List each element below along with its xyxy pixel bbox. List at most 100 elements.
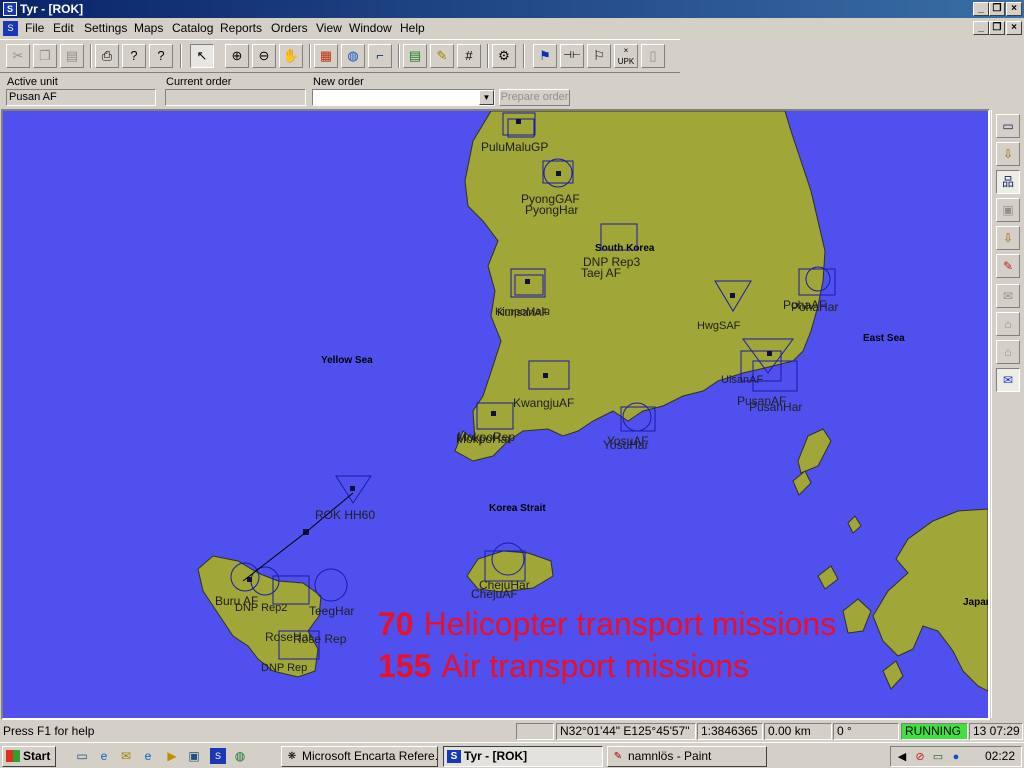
printer-icon[interactable]: ⎙	[95, 44, 119, 68]
upk-icon[interactable]: × UPK	[614, 44, 638, 68]
new-order-select[interactable]: ▼	[312, 89, 495, 106]
chevron-down-icon[interactable]: ▼	[479, 90, 494, 105]
unit-label: DNP Rep2	[235, 602, 287, 614]
pointer-icon[interactable]: ↖	[190, 44, 214, 68]
status-scale: 1:3846365	[697, 723, 763, 740]
menu-orders[interactable]: Orders	[271, 21, 308, 36]
menu-window[interactable]: Window	[349, 21, 392, 36]
task-encarta[interactable]: ❋ Microsoft Encarta Refere...	[281, 746, 438, 767]
map-canvas[interactable]: South Korea Yellow Sea East Sea Korea St…	[3, 111, 988, 718]
pencil-icon[interactable]: ✎	[996, 254, 1020, 278]
restore-icon[interactable]: ❐	[989, 2, 1005, 16]
region-label-east-sea: East Sea	[863, 333, 905, 344]
menu-file[interactable]: File	[25, 21, 44, 36]
network-icon[interactable]: 品	[996, 170, 1020, 194]
globe-icon[interactable]: ◍	[341, 44, 365, 68]
air-missions-count: 155	[378, 648, 431, 684]
tray-network-icon[interactable]: ▭	[930, 749, 946, 765]
start-button[interactable]: Start	[2, 746, 56, 767]
mdi-minimize-icon[interactable]: _	[973, 21, 989, 35]
toolbar-separator	[180, 44, 182, 68]
edit-card-icon[interactable]: ✎	[430, 44, 454, 68]
toolbar-separator	[309, 44, 311, 68]
context-help-icon[interactable]: ?	[149, 44, 173, 68]
menu-reports[interactable]: Reports	[220, 21, 262, 36]
map-view[interactable]: South Korea Yellow Sea East Sea Korea St…	[1, 109, 990, 720]
window-title: Tyr - [ROK]	[20, 2, 84, 16]
region-label-yellow-sea: Yellow Sea	[321, 355, 373, 366]
unit-tool-icon[interactable]: ⚙	[492, 44, 516, 68]
trash-icon[interactable]: ▯	[641, 44, 665, 68]
helicopter-missions-stat: 70 Helicopter transport missions	[378, 606, 836, 642]
toolbar-separator	[398, 44, 400, 68]
zoom-in-icon[interactable]: ⊕	[225, 44, 249, 68]
cards-icon[interactable]: ▤	[403, 44, 427, 68]
toolbar-separator	[487, 44, 489, 68]
current-order-label: Current order	[166, 76, 232, 88]
mdi-close-icon[interactable]: ×	[1006, 21, 1022, 35]
tray-blocked-icon[interactable]: ⊘	[912, 749, 928, 765]
volume-icon[interactable]: ◀	[894, 749, 910, 765]
computer-icon[interactable]: ▣	[996, 198, 1020, 222]
task-paint[interactable]: ✎ namnlös - Paint	[607, 746, 767, 767]
measure-icon[interactable]: ⌐	[368, 44, 392, 68]
app-quicklaunch-icon[interactable]: ▣	[186, 748, 202, 764]
menu-catalog[interactable]: Catalog	[172, 21, 213, 36]
desktop-icon[interactable]: ▭	[74, 748, 90, 764]
active-unit-label: Active unit	[7, 76, 58, 88]
unit-label: PuluMaluGP	[481, 140, 548, 154]
task-tyr[interactable]: S Tyr - [ROK]	[443, 746, 603, 767]
tyr-task-icon: S	[447, 750, 461, 763]
status-running-badge: RUNNING	[901, 723, 968, 740]
menu-edit[interactable]: Edit	[53, 21, 74, 36]
map-icon[interactable]: ▦	[314, 44, 338, 68]
menu-maps[interactable]: Maps	[134, 21, 163, 36]
unit-label: PyongHar	[525, 203, 578, 217]
media-player-icon[interactable]: ▶	[164, 748, 180, 764]
grid-icon[interactable]: #	[457, 44, 481, 68]
menu-settings[interactable]: Settings	[84, 21, 127, 36]
zoom-out-icon[interactable]: ⊖	[252, 44, 276, 68]
flag-icon[interactable]: ⚐	[587, 44, 611, 68]
menu-view[interactable]: View	[316, 21, 342, 36]
download-order-icon[interactable]: ⇩	[996, 142, 1020, 166]
route-icon[interactable]: ⚑	[533, 44, 557, 68]
unit-label: DNP Rep	[261, 662, 307, 674]
minimize-icon[interactable]: _	[973, 2, 989, 16]
network-quicklaunch-icon[interactable]: ◍	[232, 748, 248, 764]
toolbar-separator	[523, 44, 525, 68]
hand-icon[interactable]: ✋	[279, 44, 303, 68]
building-icon[interactable]: ⌂	[996, 312, 1020, 336]
active-unit-field: Pusan AF	[6, 89, 156, 106]
help-icon[interactable]: ?	[122, 44, 146, 68]
order-bar: Active unit Pusan AF Current order New o…	[0, 74, 575, 108]
document-icon[interactable]: S	[3, 21, 18, 36]
ie-icon[interactable]: e	[96, 748, 112, 764]
title-bar[interactable]: S Tyr - [ROK] _ ❐ ×	[0, 0, 1024, 18]
home-query-icon[interactable]: ⌂	[996, 340, 1020, 364]
rok-hh60-label[interactable]: ROK HH60	[315, 508, 375, 522]
air-missions-label: Air transport missions	[441, 648, 749, 684]
scissors-icon[interactable]: ✂	[6, 44, 30, 68]
mdi-restore-icon[interactable]: ❐	[989, 21, 1005, 35]
outlook-icon[interactable]: ✉	[118, 748, 134, 764]
tyr-quicklaunch-icon[interactable]: S	[210, 748, 226, 764]
download-card-icon[interactable]: ⇩	[996, 226, 1020, 250]
copy-icon[interactable]: ❐	[33, 44, 57, 68]
menu-help[interactable]: Help	[400, 21, 425, 36]
card-icon[interactable]: ▭	[996, 114, 1020, 138]
toolbar-separator	[90, 44, 92, 68]
browser-icon[interactable]: e	[140, 748, 156, 764]
mail-active-icon[interactable]: ✉	[996, 368, 1020, 392]
unit-label: ChejuHar	[479, 578, 530, 592]
prepare-order-button[interactable]: Prepare order	[499, 89, 570, 106]
close-icon[interactable]: ×	[1006, 2, 1022, 16]
current-order-field	[165, 89, 306, 106]
link-icon[interactable]: ⊣⊢	[560, 44, 584, 68]
tray-messenger-icon[interactable]: ●	[948, 749, 964, 765]
taskbar-clock: 02:22	[984, 749, 1015, 763]
paste-icon[interactable]: ▤	[60, 44, 84, 68]
tyr-app-icon[interactable]: S	[3, 2, 17, 16]
task-label: Tyr - [ROK]	[464, 749, 528, 763]
mail-query-icon[interactable]: ✉	[996, 284, 1020, 308]
